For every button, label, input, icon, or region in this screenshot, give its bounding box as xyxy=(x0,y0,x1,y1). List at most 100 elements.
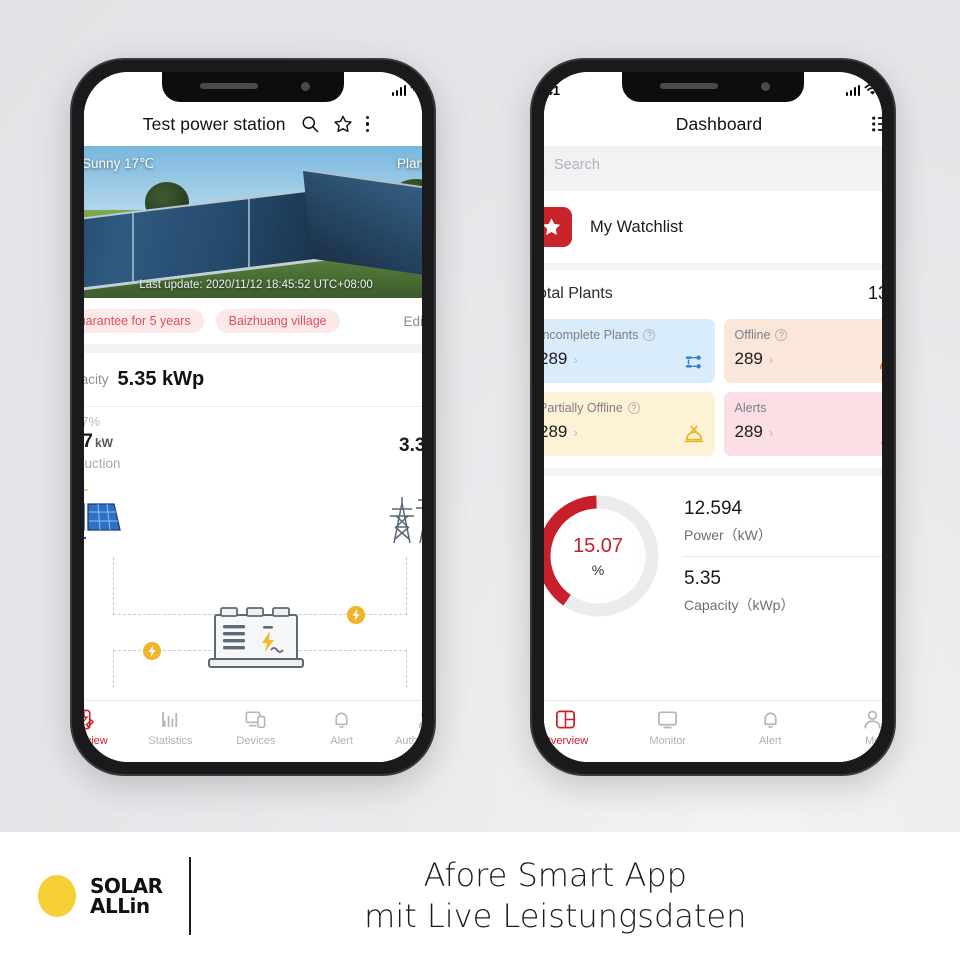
search-input[interactable]: Search xyxy=(554,157,600,173)
tab-overview[interactable]: Overview xyxy=(84,708,128,747)
right-phone-power-button[interactable] xyxy=(895,260,896,344)
left-phone-frame: 9:41 Test power station xyxy=(70,58,436,776)
hero-top-row: Sunny 17℃ Plant Info xyxy=(84,155,422,172)
stat-card-title-row: Offline ? xyxy=(735,328,883,342)
tab-alert[interactable]: Alert xyxy=(299,708,385,747)
page-title: Test power station xyxy=(142,113,286,134)
grid-block: 3.32kW Grid xyxy=(380,435,422,552)
stat-card-value-row: 289 › xyxy=(735,422,883,442)
search-bar[interactable]: Search xyxy=(544,146,882,184)
right-phone-volume-down-button[interactable] xyxy=(530,300,531,354)
earpiece-speaker xyxy=(200,83,258,89)
partial-offline-icon xyxy=(683,425,704,443)
right-phone-mute-button[interactable] xyxy=(530,178,531,208)
gauge-readout: 15.07 % xyxy=(544,492,662,620)
question-icon[interactable]: ? xyxy=(775,329,788,341)
tab-overview[interactable]: Overview xyxy=(544,708,617,747)
left-phone-volume-down-button[interactable] xyxy=(70,300,71,354)
watchlist-card[interactable]: My Watchlist xyxy=(544,191,882,263)
star-filled-icon xyxy=(544,218,560,235)
sun-dot-icon xyxy=(38,875,76,917)
dashboard-grid-icon xyxy=(555,710,575,729)
stat-card-incomplete-plants[interactable]: Incomplete Plants ? 289 › xyxy=(544,319,715,383)
footer-headline-line-2: mit Live Leistungsdaten xyxy=(364,897,747,935)
earpiece-speaker xyxy=(660,83,718,89)
tab-alert[interactable]: Alert xyxy=(719,708,822,747)
left-phone-screen: 9:41 Test power station xyxy=(84,72,422,762)
left-phone-mute-button[interactable] xyxy=(70,178,71,208)
right-phone-volume-up-button[interactable] xyxy=(530,232,531,286)
metric-capacity: 5.35 Capacity（kWp） xyxy=(684,555,882,615)
metric-value: 12.594 xyxy=(684,497,743,519)
tab-devices[interactable]: Devices xyxy=(213,708,299,747)
watchlist-label: My Watchlist xyxy=(590,217,683,236)
stat-card-title-row: Alerts xyxy=(735,401,883,415)
tab-me[interactable]: Me xyxy=(822,708,883,747)
tab-label: Statistics xyxy=(148,735,193,747)
plant-info-link[interactable]: Plant Info xyxy=(397,156,422,171)
stat-card-title: Alerts xyxy=(734,401,767,415)
production-value: 2.37kW xyxy=(84,431,113,452)
more-vertical-icon[interactable] xyxy=(365,115,370,133)
stat-card-offline[interactable]: Offline ? 289 › xyxy=(723,319,883,383)
tab-label: Overview xyxy=(544,735,589,747)
inverter-icon xyxy=(208,607,304,668)
wifi-icon xyxy=(410,84,422,95)
star-outline-icon[interactable] xyxy=(333,114,353,134)
status-time: 9:41 xyxy=(544,82,561,98)
devices-icon xyxy=(246,711,266,728)
energy-flow-diagram: 10.07% 2.37kW Production xyxy=(84,407,422,688)
left-tab-bar: Overview Statistics xyxy=(84,700,422,762)
front-camera xyxy=(301,82,310,91)
flow-line-right-vertical xyxy=(406,557,407,615)
right-tab-bar: Overview Monitor Alert Me xyxy=(544,700,882,762)
right-navbar: Dashboard xyxy=(544,102,882,146)
chevron-right-icon: › xyxy=(768,424,774,440)
edit-tag-button[interactable]: Edit Tag xyxy=(403,314,422,329)
tab-authorization[interactable]: Authorization xyxy=(384,708,422,747)
list-view-icon[interactable] xyxy=(870,114,882,134)
tag-chip[interactable]: Baizhuang village xyxy=(215,309,340,333)
stat-card-title: Offline xyxy=(734,328,771,342)
stat-card-value: 289 xyxy=(734,349,763,368)
stat-card-value: 289 xyxy=(544,422,568,441)
cellular-bars-icon xyxy=(391,84,406,96)
overview-plant-icon xyxy=(84,709,95,730)
question-icon[interactable]: ? xyxy=(643,329,656,341)
tag-chip[interactable]: Guarantee for 5 years xyxy=(84,309,204,333)
bar-chart-icon xyxy=(162,711,178,728)
user-key-icon xyxy=(418,711,422,728)
production-block: 10.07% 2.37kW Production xyxy=(84,413,130,545)
tab-statistics[interactable]: Statistics xyxy=(128,708,214,747)
chevron-right-icon: › xyxy=(768,351,774,367)
section-divider xyxy=(544,263,882,270)
search-icon[interactable] xyxy=(300,114,320,134)
brand-line-1: SOLAR xyxy=(90,874,163,898)
question-icon[interactable]: ? xyxy=(627,402,640,414)
footer-brand-bar: SOLAR ALLin Afore Smart App mit Live Lei… xyxy=(0,832,960,960)
stat-card-alerts[interactable]: Alerts 289 › xyxy=(723,392,883,456)
stat-card-value-row: 289 › xyxy=(544,422,704,442)
left-phone-power-button[interactable] xyxy=(435,260,436,344)
stat-card-partially-offline[interactable]: Partially Offline ? 289 › xyxy=(544,392,715,456)
section-divider xyxy=(84,344,422,353)
left-navbar: Test power station xyxy=(84,102,422,146)
left-phone-volume-up-button[interactable] xyxy=(70,232,71,286)
monitor-icon xyxy=(658,711,678,729)
capacity-row: Capacity 5.35 kWp xyxy=(84,353,422,407)
metric-power: 12.594 Power（kW） xyxy=(684,498,882,545)
tab-monitor[interactable]: Monitor xyxy=(617,708,720,747)
left-app-viewport: 9:41 Test power station xyxy=(84,72,422,762)
tab-label: Authorization xyxy=(395,735,422,747)
power-gauge-panel: 15.07 % 12.594 Power（kW） 5.35 Capacity（k… xyxy=(544,476,882,630)
solar-panel-icon xyxy=(84,481,121,540)
gauge-unit: % xyxy=(591,561,605,578)
section-divider xyxy=(544,468,882,476)
solar-allin-logo: SOLAR ALLin xyxy=(0,875,163,917)
brand-line-2: ALLin xyxy=(90,894,150,918)
stat-card-value-row: 289 › xyxy=(735,349,883,369)
flow-line-left-vertical xyxy=(113,557,114,615)
metric-label: Capacity（kWp） xyxy=(684,596,795,613)
page-title: Dashboard xyxy=(675,113,763,134)
power-tower-icon xyxy=(390,496,422,543)
